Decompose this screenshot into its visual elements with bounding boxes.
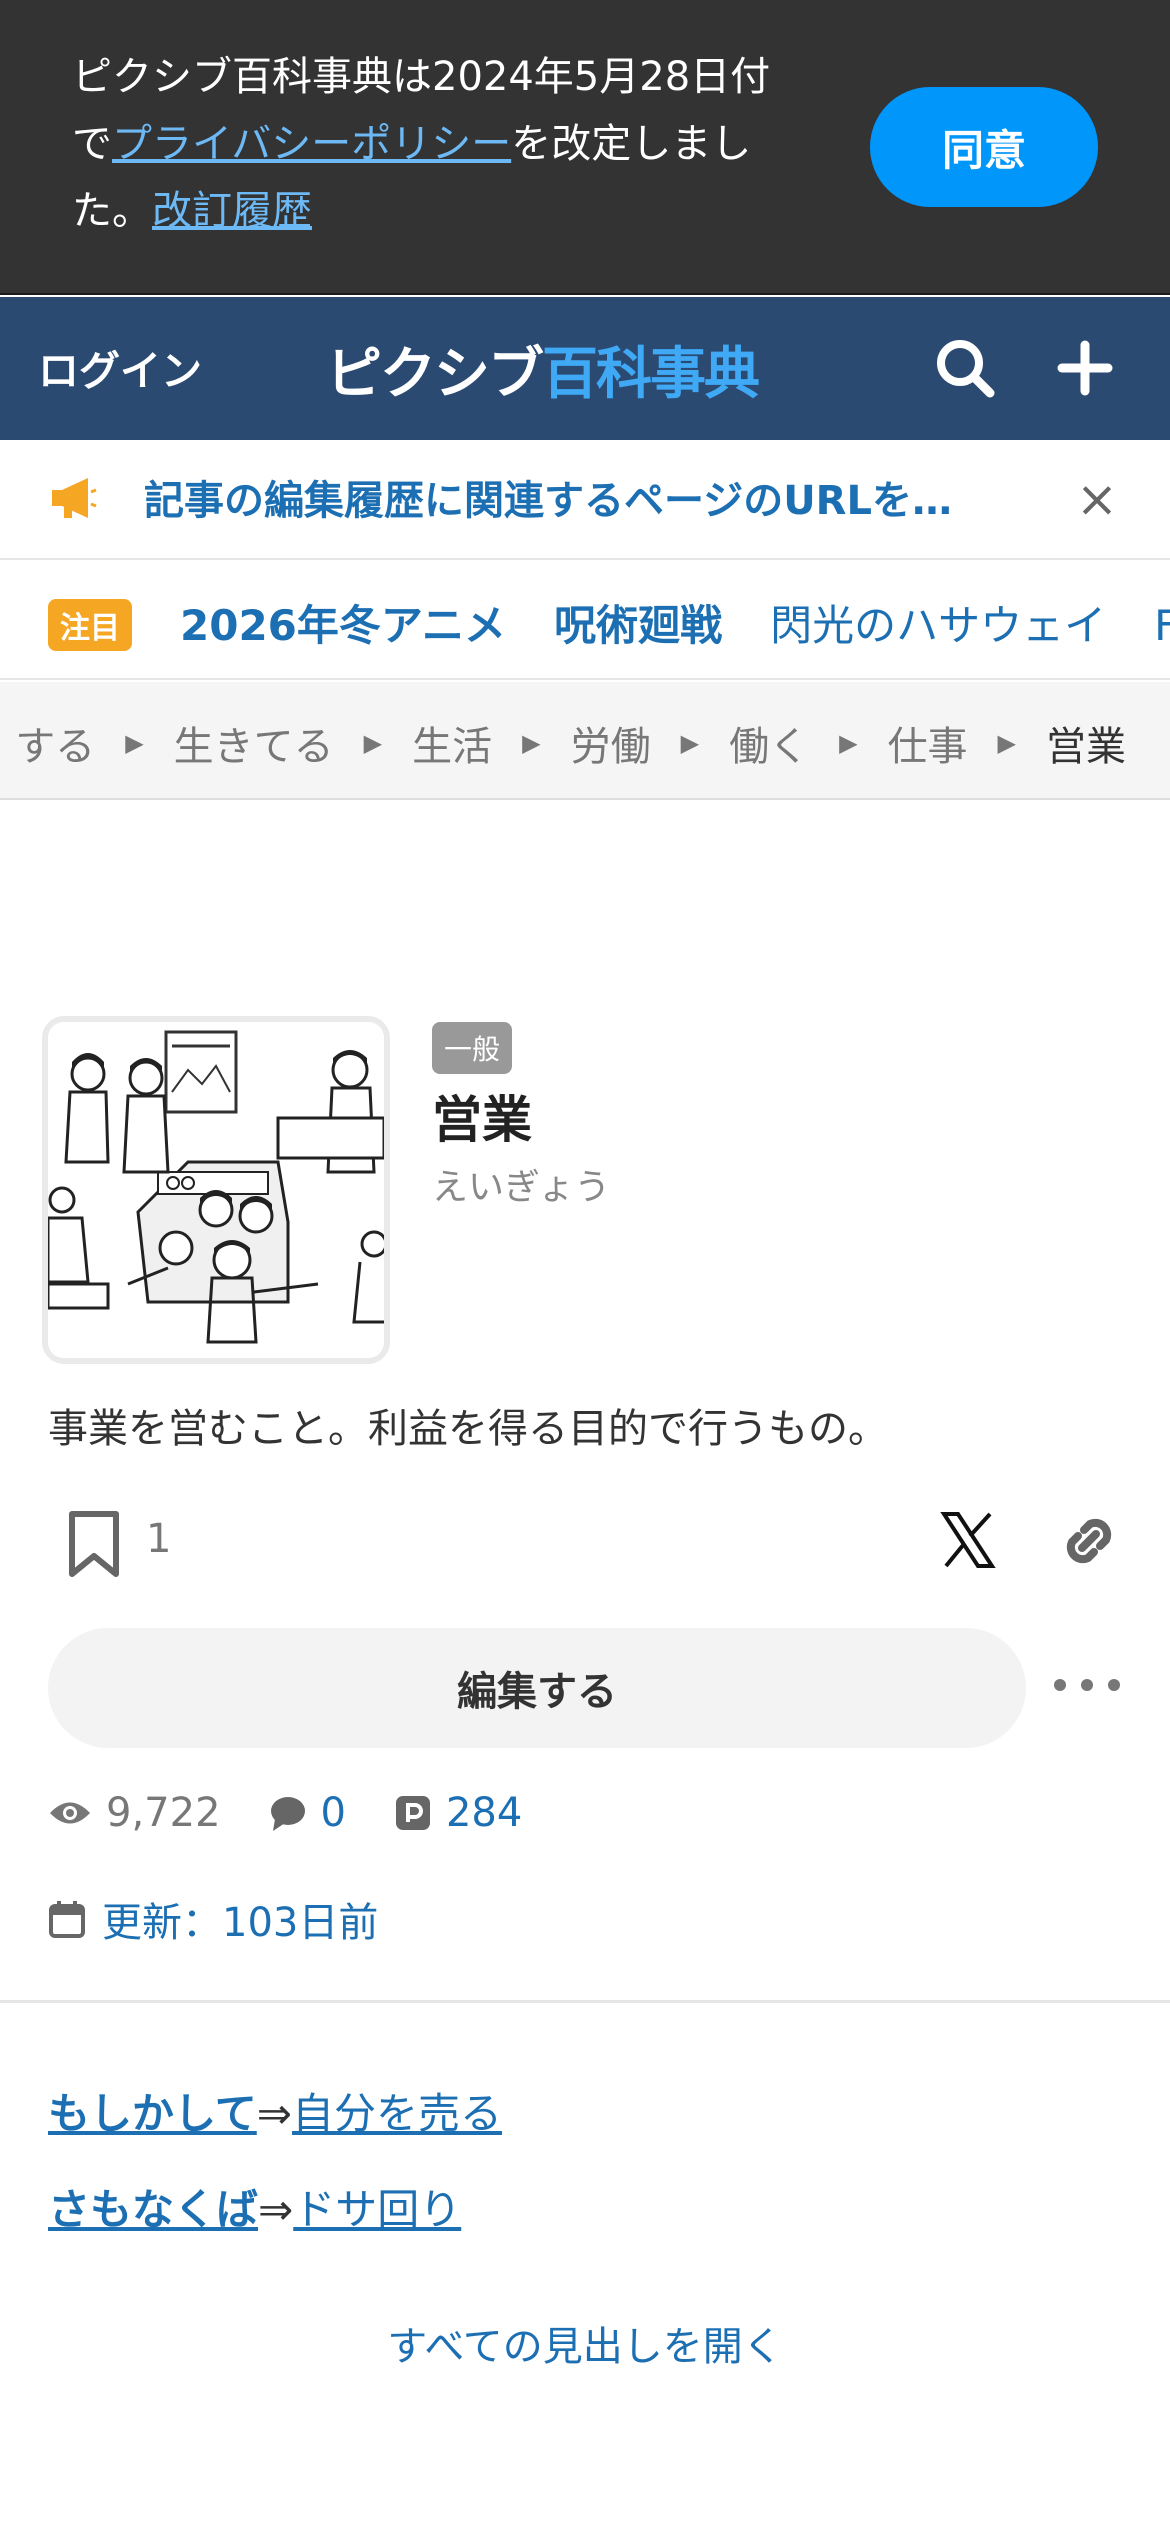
- bookmark-icon[interactable]: [66, 1510, 122, 1580]
- thumbnail-illustration: [48, 1022, 384, 1358]
- updated-info[interactable]: 更新：103日前: [48, 1890, 378, 1948]
- logo-part-encyclopedia: 百科事典: [542, 341, 760, 407]
- breadcrumb-item[interactable]: 働く: [729, 714, 809, 772]
- disambiguation-arrow: ⇒: [256, 2089, 292, 2138]
- consent-text: ピクシブ百科事典は2024年5月28日付 でプライバシーポリシーを改定しまし た…: [72, 44, 832, 245]
- comment-count[interactable]: 0: [269, 1790, 346, 1836]
- trending-bar: 注目 2026年冬アニメ呪術廻戦閃光のハサウェイ F: [0, 562, 1170, 680]
- breadcrumb-separator: ▶: [363, 729, 383, 757]
- disambiguation-target-link[interactable]: ドサ回り: [293, 2185, 461, 2234]
- edit-button[interactable]: 編集する: [48, 1628, 1026, 1748]
- article-thumbnail[interactable]: [42, 1016, 390, 1364]
- breadcrumb-separator: ▶: [997, 729, 1016, 757]
- disambiguation-key-link[interactable]: もしかして: [48, 2089, 257, 2138]
- updated-text: 更新：103日前: [102, 1900, 379, 1946]
- logo-part-pixiv: ピクシブ: [326, 341, 544, 407]
- disambiguation-arrow: ⇒: [258, 2185, 294, 2234]
- more-icon[interactable]: [1054, 1660, 1120, 1710]
- open-all-headings-link[interactable]: すべての見出しを開く: [0, 2314, 1170, 2372]
- trending-item[interactable]: F: [1154, 601, 1170, 650]
- comment-count-value: 0: [320, 1790, 346, 1836]
- eye-icon: [50, 1802, 90, 1824]
- article-summary: 事業を営むこと。利益を得る目的で行うもの。: [48, 1406, 888, 1452]
- consent-banner: ピクシブ百科事典は2024年5月28日付 でプライバシーポリシーを改定しまし た…: [0, 0, 1170, 295]
- breadcrumb-separator: ▶: [522, 729, 541, 757]
- view-count-value: 9,722: [106, 1790, 221, 1836]
- disambiguation-key-link[interactable]: さもなくば: [48, 2185, 258, 2234]
- search-icon[interactable]: [930, 333, 1000, 403]
- breadcrumb-separator: ▶: [839, 729, 858, 757]
- title-reading: えいぎょう: [432, 1167, 611, 1208]
- link-icon[interactable]: [1052, 1512, 1118, 1578]
- comment-icon: [270, 1797, 305, 1831]
- breadcrumb-item[interactable]: 生きてる: [174, 714, 334, 772]
- article-stats: 9,722 0 284: [48, 1790, 570, 1836]
- notice-text[interactable]: 記事の編集履歴に関連するページのURLを…: [144, 468, 952, 526]
- breadcrumb-item[interactable]: 仕事: [888, 714, 968, 772]
- trending-badge: 注目: [48, 599, 132, 651]
- disambiguation-target-link[interactable]: 自分を売る: [292, 2089, 502, 2138]
- consent-text-line2-post: を改定しまし: [511, 121, 752, 167]
- revision-history-link[interactable]: 改訂履歴: [152, 188, 312, 234]
- breadcrumb-item[interactable]: 生活: [412, 714, 492, 772]
- consent-text-line1: ピクシブ百科事典は2024年5月28日付: [72, 54, 771, 100]
- disambiguation-line: もしかして⇒自分を売る: [48, 2080, 502, 2141]
- pixiv-works-count[interactable]: 284: [394, 1790, 522, 1836]
- pixiv-works-count-value: 284: [445, 1790, 523, 1836]
- breadcrumb-separator: ▶: [680, 729, 700, 757]
- breadcrumb-separator: ▶: [125, 729, 144, 757]
- trending-item[interactable]: 閃光のハサウェイ: [770, 601, 1106, 650]
- trending-item[interactable]: 呪術廻戦: [554, 601, 722, 650]
- pixiv-icon: [395, 1796, 430, 1830]
- trending-item[interactable]: 2026年冬アニメ: [180, 601, 506, 650]
- category-badge[interactable]: 一般: [432, 1022, 513, 1074]
- breadcrumb: する ▶ 生きてる ▶ 生活 ▶ 労働 ▶ 働く ▶ 仕事 ▶ 営業: [0, 682, 1170, 800]
- notice-bar[interactable]: 記事の編集履歴に関連するページのURLを… ×: [0, 440, 1170, 560]
- calendar-icon: [49, 1901, 85, 1938]
- login-link[interactable]: ログイン: [38, 337, 202, 397]
- plus-icon[interactable]: [1050, 333, 1120, 403]
- breadcrumb-item[interactable]: する: [15, 714, 95, 772]
- megaphone-icon: [52, 478, 97, 518]
- section-divider: [0, 2000, 1170, 2003]
- site-header: ログイン ピクシブ 百科事典: [0, 297, 1170, 440]
- bookmark-count: 1: [146, 1516, 172, 1562]
- consent-text-line2-pre: で: [72, 121, 112, 167]
- breadcrumb-current: 営業: [1046, 724, 1126, 770]
- close-icon[interactable]: ×: [1076, 474, 1118, 524]
- agree-button[interactable]: 同意: [870, 87, 1098, 207]
- trending-list: 2026年冬アニメ呪術廻戦閃光のハサウェイ F: [180, 592, 1170, 653]
- privacy-policy-link[interactable]: プライバシーポリシー: [112, 121, 511, 167]
- breadcrumb-item[interactable]: 労働: [571, 714, 651, 772]
- page-title: 営業: [432, 1091, 532, 1149]
- disambiguation-line: さもなくば⇒ドサ回り: [48, 2176, 461, 2237]
- x-logo-icon[interactable]: [940, 1510, 996, 1570]
- site-logo[interactable]: ピクシブ 百科事典: [326, 331, 760, 407]
- view-count: 9,722: [48, 1790, 221, 1836]
- consent-text-line3-pre: た。: [72, 188, 152, 234]
